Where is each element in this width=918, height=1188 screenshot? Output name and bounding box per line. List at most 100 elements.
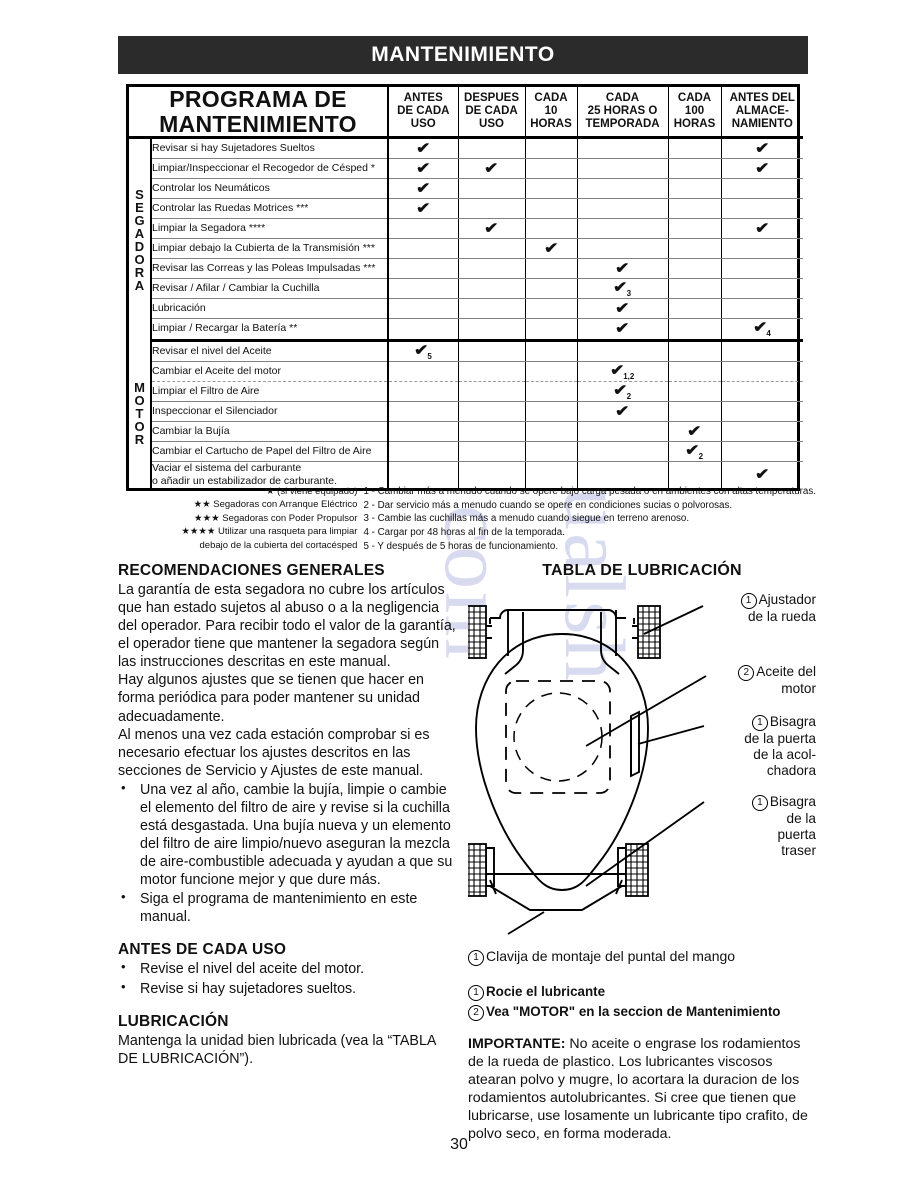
schedule-cell: ✔ [577, 258, 669, 280]
schedule-cell: ✔2 [668, 441, 722, 463]
schedule-cell [458, 381, 526, 403]
schedule-cell [668, 278, 722, 300]
schedule-cell: ✔ [458, 218, 526, 240]
callout-line: Bisagra [769, 714, 816, 729]
group-label-letter: D [134, 238, 145, 254]
footnote-item: ★ (si viene equipado) [266, 486, 358, 497]
header-line: ANTES [403, 91, 443, 104]
legend-number: 1 [468, 985, 484, 1001]
task-label: Cambiar la Bujía [151, 421, 390, 443]
schedule-cell: ✔ [388, 198, 459, 220]
list-item: Una vez al año, cambie la bujía, limpie … [118, 780, 458, 889]
schedule-cell [721, 198, 804, 220]
callout-line: de la [786, 811, 816, 826]
callout-line: de la rueda [747, 609, 816, 624]
group-label-letter: R [134, 264, 145, 280]
schedule-cell [721, 238, 804, 260]
schedule-cell [458, 298, 526, 320]
schedule-cell: ✔4 [721, 318, 804, 342]
checkmark-icon: ✔ [615, 402, 630, 420]
left-text-column: RECOMENDACIONES GENERALES La garantía de… [118, 562, 458, 1068]
schedule-cell: ✔ [668, 421, 722, 443]
schedule-cell [525, 461, 578, 488]
column-header-antes-de-cada-uso: ANTES DE CADA USO [388, 87, 459, 140]
schedule-cell: ✔ [458, 158, 526, 180]
schedule-cell [388, 421, 459, 443]
schedule-cell [388, 258, 459, 280]
antes-de-cada-uso-heading: ANTES DE CADA USO [118, 941, 287, 959]
recomendaciones-paragraph: Hay algunos ajustes que se tienen que ha… [118, 672, 425, 725]
schedule-cell [458, 361, 526, 382]
footnote-item: debajo de la cubierta del cortacésped [199, 539, 358, 551]
schedule-cell [577, 421, 669, 443]
schedule-cell [525, 441, 578, 463]
task-label: Limpiar la Segadora **** [151, 218, 390, 240]
column-header-cada-10-horas: CADA 10 HORAS [525, 87, 578, 140]
wheel-rear-right [625, 843, 649, 897]
schedule-cell [577, 340, 669, 362]
task-label: Limpiar debajo la Cubierta de la Transmi… [151, 238, 390, 260]
schedule-cell [458, 258, 526, 280]
schedule-cell [721, 298, 804, 320]
schedule-cell [668, 401, 722, 423]
table-row: Revisar las Correas y las Poleas Impulsa… [129, 258, 804, 280]
header-line: 100 [684, 105, 705, 117]
checkmark-icon: ✔ [613, 279, 628, 297]
schedule-cell [577, 238, 669, 260]
table-row: Cambiar el Cartucho de Papel del Filtro … [129, 441, 804, 463]
footnote-item: 5 - Y después de 5 horas de funcionamien… [363, 540, 559, 552]
callout-number: 1 [751, 715, 768, 731]
task-label: Revisar el nivel del Aceite [151, 340, 390, 362]
footnote-item: ★★★★ Utilizar una rasqueta para limpiar [181, 526, 358, 538]
schedule-cell [388, 298, 459, 320]
callout-line: Bisagra [769, 794, 816, 809]
task-label: Revisar las Correas y las Poleas Impulsa… [151, 258, 390, 280]
legend-number: 2 [468, 1005, 484, 1022]
task-label: Inspeccionar el Silenciador [151, 401, 390, 423]
schedule-cell [525, 278, 578, 300]
task-label: Limpiar/Inspeccionar el Recogedor de Cés… [151, 158, 390, 180]
callout-line: chadora [766, 762, 816, 778]
schedule-cell: ✔ [721, 137, 804, 160]
importante-label: IMPORTANTE: [468, 1036, 566, 1053]
task-label-line: Vaciar el sistema del carburante [152, 462, 302, 475]
schedule-cell [458, 238, 526, 260]
header-line: CADA [677, 91, 712, 104]
header-line: HORAS [673, 118, 716, 131]
schedule-cell [388, 461, 459, 488]
schedule-cell [721, 381, 804, 403]
callout-line: de la puerta [744, 731, 816, 746]
callout-number: 1 [740, 593, 757, 609]
header-line: CADA [534, 91, 568, 104]
schedule-cell: ✔ [525, 238, 578, 260]
table-row: Limpiar / Recargar la Batería ** ✔ ✔4 [129, 318, 804, 342]
schedule-footnotes: ★ (si viene equipado) ★★ Segadoras con A… [126, 485, 816, 554]
column-header-cada-100-horas: CADA 100 HORAS [668, 87, 722, 140]
column-header-despues-de-cada-uso: DESPUES DE CADA USO [458, 87, 526, 140]
schedule-cell [458, 421, 526, 443]
schedule-cell [668, 198, 722, 220]
schedule-cell [458, 198, 526, 220]
footnote-ref: 1,2 [623, 371, 635, 381]
footnote-item: ★★★ Segadoras con Poder Propulsor [194, 512, 358, 524]
schedule-cell: ✔5 [388, 340, 459, 362]
schedule-cell [668, 158, 722, 180]
callout-bisagra-puerta-traser: 1 Bisagra de la puerta traser [751, 794, 816, 858]
task-label: Cambiar el Cartucho de Papel del Filtro … [151, 441, 390, 463]
schedule-cell: ✔ [577, 318, 669, 342]
table-row: M O T O R Revisar el nivel del Aceite ✔5 [129, 340, 804, 488]
schedule-cell [388, 401, 459, 423]
schedule-cell [388, 218, 459, 240]
schedule-cell [458, 461, 526, 488]
callout-line: traser [781, 842, 816, 858]
header-line: TEMPORADA [585, 118, 660, 131]
checkmark-icon: ✔ [416, 139, 431, 157]
schedule-cell: ✔2 [577, 381, 669, 403]
schedule-cell [668, 298, 722, 320]
table-row: Lubricación ✔ [129, 298, 804, 320]
schedule-cell [388, 381, 459, 403]
schedule-cell [668, 178, 722, 200]
schedule-cell [577, 158, 669, 180]
group-label-letter: S [135, 186, 144, 202]
